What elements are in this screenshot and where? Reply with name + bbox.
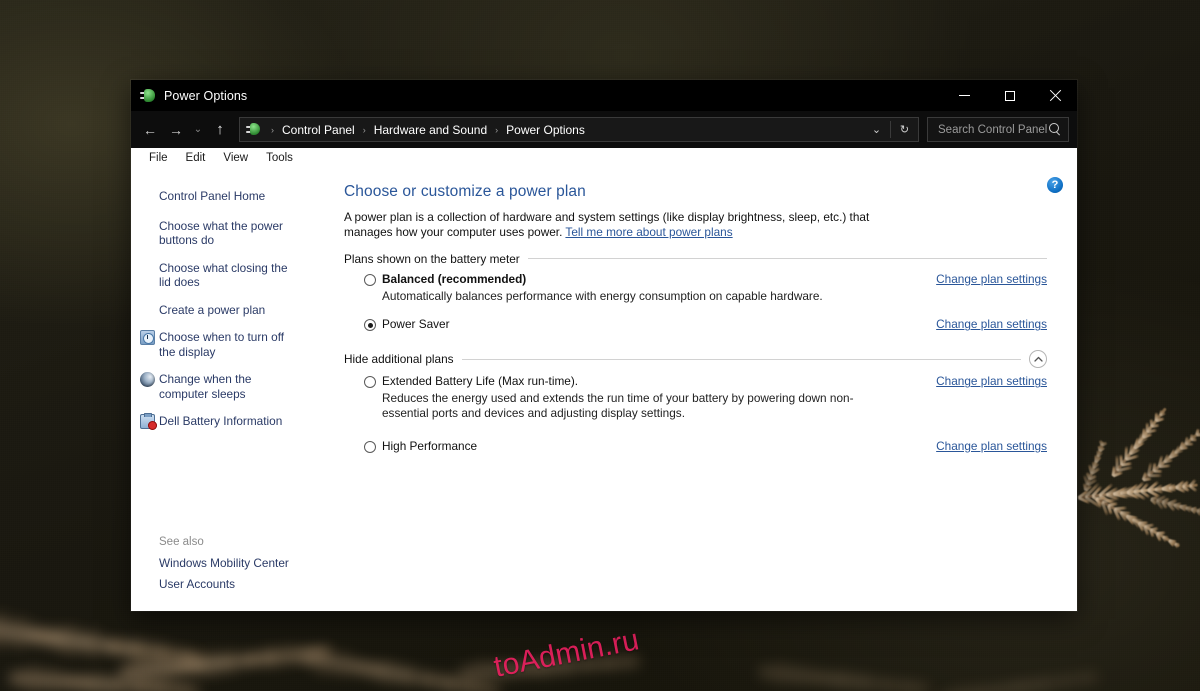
plan-description-balanced: Automatically balances performance with … [344, 289, 884, 304]
sidebar-item-turn-off-display[interactable]: Choose when to turn off the display [131, 327, 309, 362]
address-bar[interactable]: › Control Panel › Hardware and Sound › P… [239, 117, 919, 142]
plan-name-balanced[interactable]: Balanced (recommended) [382, 272, 922, 287]
forward-button[interactable]: → [163, 117, 189, 143]
menu-item-view[interactable]: View [214, 150, 257, 166]
additional-plans-section-header: Hide additional plans [344, 350, 1047, 368]
page-title: Choose or customize a power plan [344, 183, 1047, 201]
window-title: Power Options [164, 89, 247, 103]
primary-plans-section-label: Plans shown on the battery meter [344, 252, 520, 266]
title-bar: Power Options [131, 80, 1077, 111]
additional-plans-section: Hide additional plans Extended Battery L… [344, 350, 1047, 454]
menu-item-tools[interactable]: Tools [257, 150, 302, 166]
sidebar-spacer [131, 432, 336, 537]
main-content: ? Choose or customize a power plan A pow… [336, 169, 1077, 611]
power-options-window: Power Options ← → ⌄ ↑ [131, 80, 1077, 611]
intro-paragraph: A power plan is a collection of hardware… [344, 210, 906, 240]
divider [528, 258, 1047, 259]
plan-description-extended-battery-life: Reduces the energy used and extends the … [344, 391, 884, 421]
plan-header: High Performance Change plan settings [344, 439, 1047, 454]
sidebar-item-computer-sleeps[interactable]: Change when the computer sleeps [131, 369, 309, 404]
radio-high-performance[interactable] [364, 441, 376, 453]
sidebar-item-power-buttons[interactable]: Choose what the power buttons do [131, 216, 309, 251]
change-plan-settings-power-saver[interactable]: Change plan settings [936, 317, 1047, 331]
plan-row-power-saver: Power Saver Change plan settings [344, 317, 1047, 332]
recent-locations-button[interactable]: ⌄ [189, 117, 207, 143]
change-plan-settings-high-performance[interactable]: Change plan settings [936, 439, 1047, 453]
address-bar-actions: ⌄ ↻ [863, 118, 918, 141]
sidebar-item-dell-battery-information[interactable]: Dell Battery Information [131, 411, 309, 432]
maximize-button[interactable] [987, 80, 1032, 111]
change-plan-settings-extended-battery-life[interactable]: Change plan settings [936, 374, 1047, 388]
minimize-button[interactable] [942, 80, 987, 111]
display-clock-icon [140, 330, 155, 345]
breadcrumb-separator: › [358, 125, 371, 135]
breadcrumb: › Control Panel › Hardware and Sound › P… [266, 122, 863, 138]
sidebar-item-label: Choose when to turn off the display [159, 330, 284, 359]
menu-item-edit[interactable]: Edit [177, 150, 215, 166]
plan-name-high-performance[interactable]: High Performance [382, 439, 922, 454]
minimize-icon [959, 95, 970, 96]
see-also-label: See also [131, 536, 336, 553]
divider [462, 359, 1021, 360]
plan-header: Extended Battery Life (Max run-time). Ch… [344, 374, 1047, 389]
search-icon[interactable] [1049, 123, 1062, 136]
chevron-up-icon[interactable] [1029, 350, 1047, 368]
window-body: Control Panel Home Choose what the power… [131, 169, 1077, 611]
breadcrumb-item-hardware-and-sound[interactable]: Hardware and Sound [371, 122, 490, 138]
refresh-icon[interactable]: ↻ [891, 118, 918, 141]
plan-name-power-saver[interactable]: Power Saver [382, 317, 922, 332]
back-button[interactable]: ← [137, 117, 163, 143]
breadcrumb-separator: › [266, 125, 279, 135]
plan-row-high-performance: High Performance Change plan settings [344, 439, 1047, 454]
sidebar-item-create-power-plan[interactable]: Create a power plan [131, 300, 309, 321]
sleep-moon-icon [140, 372, 155, 387]
radio-extended-battery-life[interactable] [364, 376, 376, 388]
close-icon [1049, 90, 1061, 102]
plan-row-balanced: Balanced (recommended) Change plan setti… [344, 272, 1047, 304]
search-box[interactable] [927, 117, 1069, 142]
search-input[interactable] [936, 123, 1049, 137]
plan-name-extended-battery-life[interactable]: Extended Battery Life (Max run-time). [382, 374, 922, 389]
up-button[interactable]: ↑ [207, 117, 233, 143]
plan-header: Power Saver Change plan settings [344, 317, 1047, 332]
additional-plans-section-label[interactable]: Hide additional plans [344, 352, 454, 366]
plan-header: Balanced (recommended) Change plan setti… [344, 272, 1047, 287]
sidebar-item-closing-lid[interactable]: Choose what closing the lid does [131, 258, 309, 293]
plan-row-extended-battery-life: Extended Battery Life (Max run-time). Ch… [344, 374, 1047, 421]
close-button[interactable] [1032, 80, 1077, 111]
tell-me-more-link[interactable]: Tell me more about power plans [565, 225, 732, 239]
chevron-down-icon[interactable]: ⌄ [863, 118, 890, 141]
desktop-background: toAdmin.ru Power Options [0, 0, 1200, 691]
sidebar-item-label: Change when the computer sleeps [159, 372, 251, 401]
sidebar: Control Panel Home Choose what the power… [131, 169, 336, 611]
see-also-section: See also Windows Mobility Center User Ac… [131, 536, 336, 611]
battery-icon [140, 414, 155, 429]
breadcrumb-separator: › [490, 125, 503, 135]
change-plan-settings-balanced[interactable]: Change plan settings [936, 272, 1047, 286]
window-controls [942, 80, 1077, 111]
sidebar-item-label: Dell Battery Information [159, 414, 282, 428]
menu-bar: File Edit View Tools [131, 148, 1077, 169]
radio-balanced[interactable] [364, 274, 376, 286]
power-plug-icon [140, 88, 156, 104]
menu-item-file[interactable]: File [140, 150, 177, 166]
radio-power-saver[interactable] [364, 319, 376, 331]
navigation-bar: ← → ⌄ ↑ › Control Panel › Hardware and S… [131, 111, 1077, 148]
breadcrumb-item-control-panel[interactable]: Control Panel [279, 122, 358, 138]
address-power-plug-icon [246, 122, 261, 137]
help-button[interactable]: ? [1047, 177, 1063, 193]
primary-plans-section-header: Plans shown on the battery meter [344, 252, 1047, 266]
breadcrumb-item-power-options[interactable]: Power Options [503, 122, 588, 138]
sidebar-item-windows-mobility-center[interactable]: Windows Mobility Center [131, 553, 309, 574]
maximize-icon [1005, 91, 1015, 101]
sidebar-item-control-panel-home[interactable]: Control Panel Home [131, 186, 309, 216]
sidebar-item-user-accounts[interactable]: User Accounts [131, 574, 309, 595]
